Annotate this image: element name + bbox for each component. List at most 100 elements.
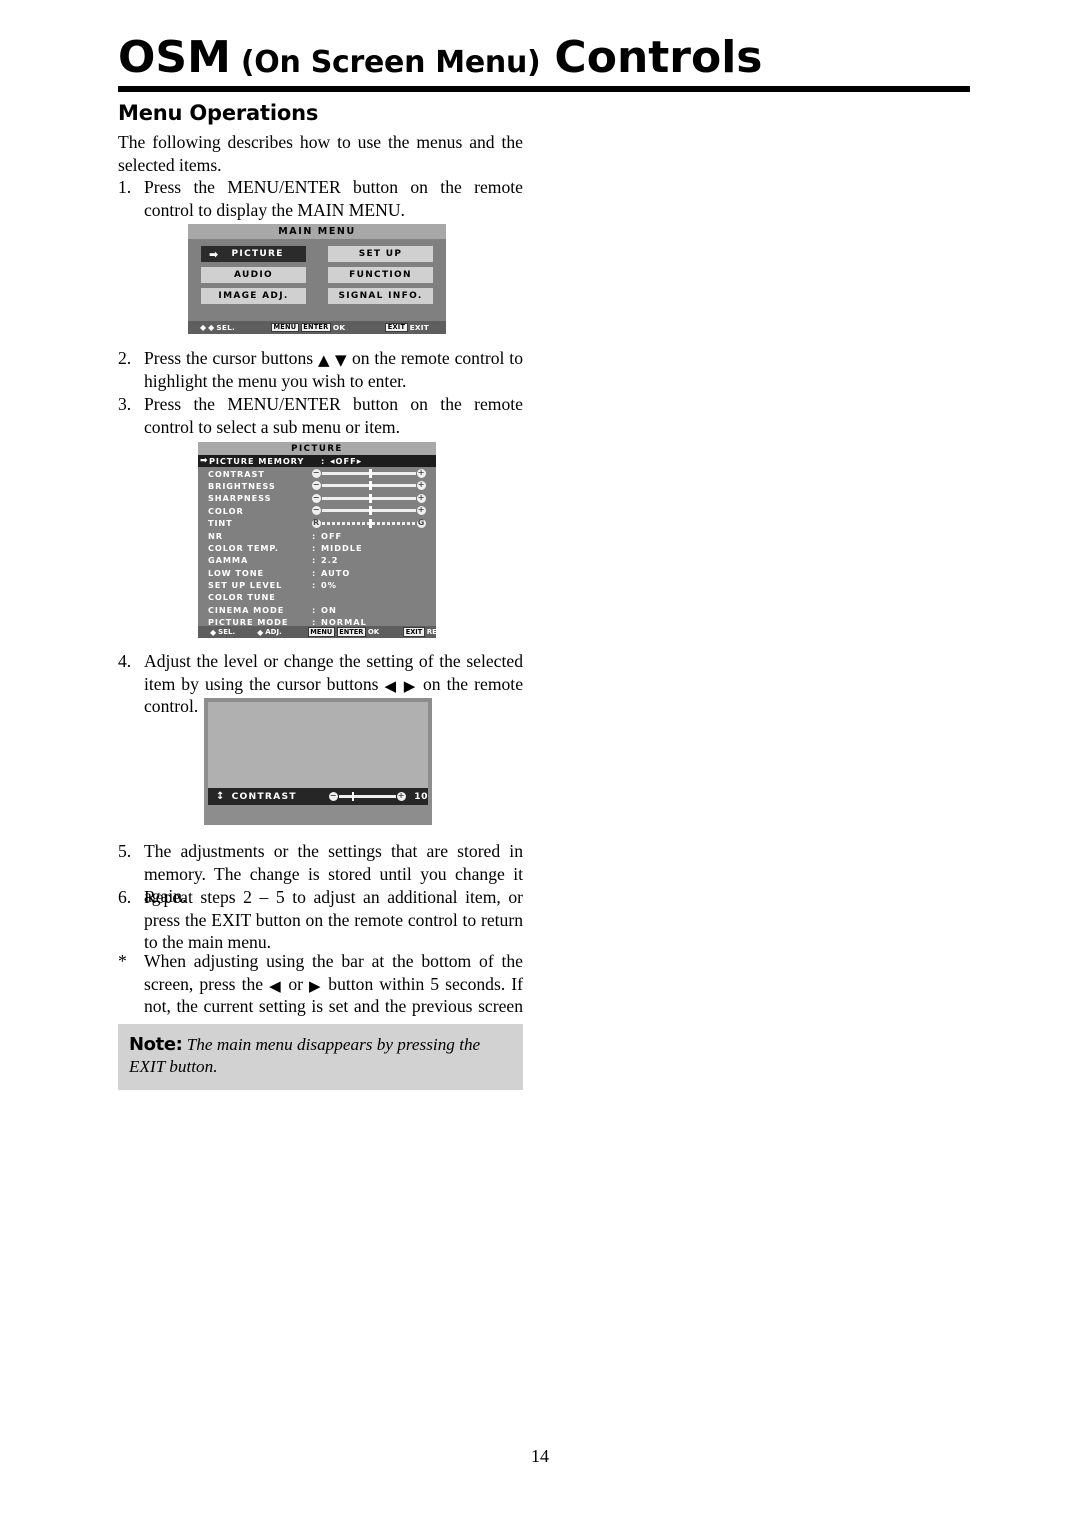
- footer-return-group: EXIT RETURN: [403, 627, 459, 637]
- step-1: 1. Press the MENU/ENTER button on the re…: [118, 176, 523, 221]
- picture-row-label: LOW TONE: [208, 567, 264, 578]
- slider-track[interactable]: [322, 481, 416, 491]
- plus-icon[interactable]: +: [417, 468, 426, 479]
- picture-menu-screenshot: PICTURE ➡ PICTURE MEMORY : ◂OFF▸ CONTRAS…: [198, 442, 459, 638]
- main-menu-item-set-up[interactable]: SET UP: [328, 246, 433, 262]
- step-1-marker: 1.: [118, 177, 132, 197]
- picture-row-low-tone[interactable]: LOW TONE : AUTO: [198, 567, 436, 579]
- page-title: OSM (On Screen Menu) Controls: [118, 36, 970, 80]
- picture-row-cinema-mode[interactable]: CINEMA MODE : ON: [198, 604, 436, 616]
- footer-adj-label: ADJ.: [265, 628, 282, 636]
- picture-menu-list: ➡ PICTURE MEMORY : ◂OFF▸ CONTRAST − + BR…: [198, 455, 436, 628]
- contrast-adjust-bar[interactable]: ↕ CONTRAST − + 10: [208, 788, 428, 805]
- title-osm: OSM: [118, 32, 231, 83]
- slider-knob[interactable]: [369, 481, 372, 491]
- step-3-text: Press the MENU/ENTER button on the remot…: [144, 394, 523, 437]
- minus-icon[interactable]: −: [312, 493, 321, 503]
- cursor-left-icon: ◀: [384, 676, 398, 695]
- slider-track[interactable]: [322, 506, 416, 516]
- slider-track[interactable]: [322, 493, 416, 503]
- picture-row-contrast[interactable]: CONTRAST − +: [198, 467, 436, 479]
- brightness-slider[interactable]: − +: [312, 481, 426, 491]
- footer-ok-label: OK: [332, 323, 346, 332]
- footer-return-label: RETURN: [426, 628, 459, 636]
- main-menu-item-audio[interactable]: AUDIO: [201, 267, 306, 283]
- color-slider[interactable]: − +: [312, 506, 426, 516]
- picture-row-value: 0%: [321, 580, 337, 591]
- main-menu-screenshot: MAIN MENU ➡ PICTURE SET UP AUDIO FUNCTIO…: [188, 224, 446, 334]
- main-menu-row: IMAGE ADJ. SIGNAL INFO.: [201, 288, 433, 304]
- heading-rule: [118, 86, 970, 92]
- enter-keycap-icon: ENTER: [336, 627, 366, 637]
- title-controls: Controls: [554, 32, 763, 83]
- picture-row-colon: :: [312, 580, 317, 591]
- intro-paragraph: The following describes how to use the m…: [118, 132, 523, 175]
- selection-arrow-icon: ➡: [209, 247, 220, 261]
- step-6-text: Repeat steps 2 – 5 to adjust an addition…: [144, 887, 523, 953]
- picture-row-label: COLOR: [208, 505, 244, 516]
- exit-keycap-icon: EXIT: [385, 322, 408, 333]
- step-3-marker: 3.: [118, 394, 132, 414]
- note-label: Note:: [129, 1034, 183, 1055]
- step-2-text-a: Press the cursor buttons: [144, 348, 314, 368]
- tint-slider[interactable]: R G: [312, 518, 426, 528]
- step-6-marker: 6.: [118, 887, 132, 907]
- slider-knob[interactable]: [369, 493, 372, 503]
- picture-row-picture-memory[interactable]: ➡ PICTURE MEMORY : ◂OFF▸: [198, 455, 436, 468]
- plus-icon[interactable]: +: [417, 506, 426, 516]
- minus-icon[interactable]: −: [329, 791, 339, 801]
- slider-track[interactable]: [322, 518, 416, 528]
- slider-track[interactable]: [339, 792, 397, 801]
- picture-row-label: CINEMA MODE: [208, 604, 285, 615]
- red-icon[interactable]: R: [312, 518, 321, 528]
- footnote-marker: *: [118, 951, 127, 971]
- minus-icon[interactable]: −: [312, 506, 321, 516]
- slider-knob[interactable]: [369, 506, 372, 516]
- picture-row-label: SET UP LEVEL: [208, 580, 283, 591]
- plus-icon[interactable]: +: [397, 791, 407, 801]
- picture-menu-footer: ◆ SEL. ◆ ADJ. MENU ENTER OK EXIT RETURN: [198, 626, 459, 638]
- picture-row-color-temp[interactable]: COLOR TEMP. : MIDDLE: [198, 542, 436, 554]
- step-1-text: Press the MENU/ENTER button on the remot…: [144, 177, 523, 220]
- picture-row-colon: :: [312, 555, 317, 566]
- minus-icon[interactable]: −: [312, 468, 321, 479]
- picture-row-brightness[interactable]: BRIGHTNESS − +: [198, 480, 436, 492]
- picture-row-tint[interactable]: TINT R G: [198, 517, 436, 529]
- green-icon[interactable]: G: [417, 518, 426, 528]
- cursor-right-icon: ▶: [309, 976, 323, 995]
- minus-icon[interactable]: −: [312, 481, 321, 491]
- slider-knob[interactable]: [369, 518, 372, 528]
- main-menu-item-picture[interactable]: ➡ PICTURE: [201, 246, 306, 262]
- picture-row-color[interactable]: COLOR − +: [198, 505, 436, 517]
- slider-knob[interactable]: [351, 792, 355, 801]
- updown-arrows-icon: ↕: [216, 790, 226, 802]
- picture-row-value: OFF: [321, 530, 343, 541]
- contrast-slider[interactable]: − +: [312, 468, 426, 479]
- picture-row-nr[interactable]: NR : OFF: [198, 529, 436, 541]
- cursor-left-icon: ◀: [269, 976, 283, 995]
- plus-icon[interactable]: +: [417, 481, 426, 491]
- contrast-slider[interactable]: − +: [329, 791, 407, 801]
- picture-row-sharpness[interactable]: SHARPNESS − +: [198, 492, 436, 504]
- picture-row-color-tune[interactable]: COLOR TUNE: [198, 591, 436, 603]
- picture-row-value: 2.2: [321, 555, 339, 566]
- note-text: The main menu disappears by pressing the…: [129, 1035, 481, 1077]
- main-menu-item-function[interactable]: FUNCTION: [328, 267, 433, 283]
- main-menu-item-image-adj[interactable]: IMAGE ADJ.: [201, 288, 306, 304]
- main-menu-item-signal-info[interactable]: SIGNAL INFO.: [328, 288, 433, 304]
- step-2: 2. Press the cursor buttons ▲ ▼ on the r…: [118, 347, 523, 392]
- slider-track[interactable]: [322, 469, 416, 479]
- picture-row-gamma[interactable]: GAMMA : 2.2: [198, 554, 436, 566]
- footer-sel-group: ◆ ◆ SEL.: [200, 323, 235, 332]
- main-menu-grid: ➡ PICTURE SET UP AUDIO FUNCTION IMAGE AD…: [188, 239, 446, 304]
- sharpness-slider[interactable]: − +: [312, 493, 426, 503]
- picture-row-set-up-level[interactable]: SET UP LEVEL : 0%: [198, 579, 436, 591]
- exit-keycap-icon: EXIT: [403, 627, 425, 637]
- leftright-arrows-icon: ◆: [208, 323, 214, 332]
- footer-ok-group: MENU ENTER OK: [307, 627, 379, 637]
- main-menu-row: ➡ PICTURE SET UP: [201, 246, 433, 262]
- menu-keycap-icon: MENU: [271, 322, 299, 333]
- plus-icon[interactable]: +: [417, 493, 426, 503]
- cursor-right-icon: ▶: [403, 676, 417, 695]
- slider-knob[interactable]: [369, 469, 372, 479]
